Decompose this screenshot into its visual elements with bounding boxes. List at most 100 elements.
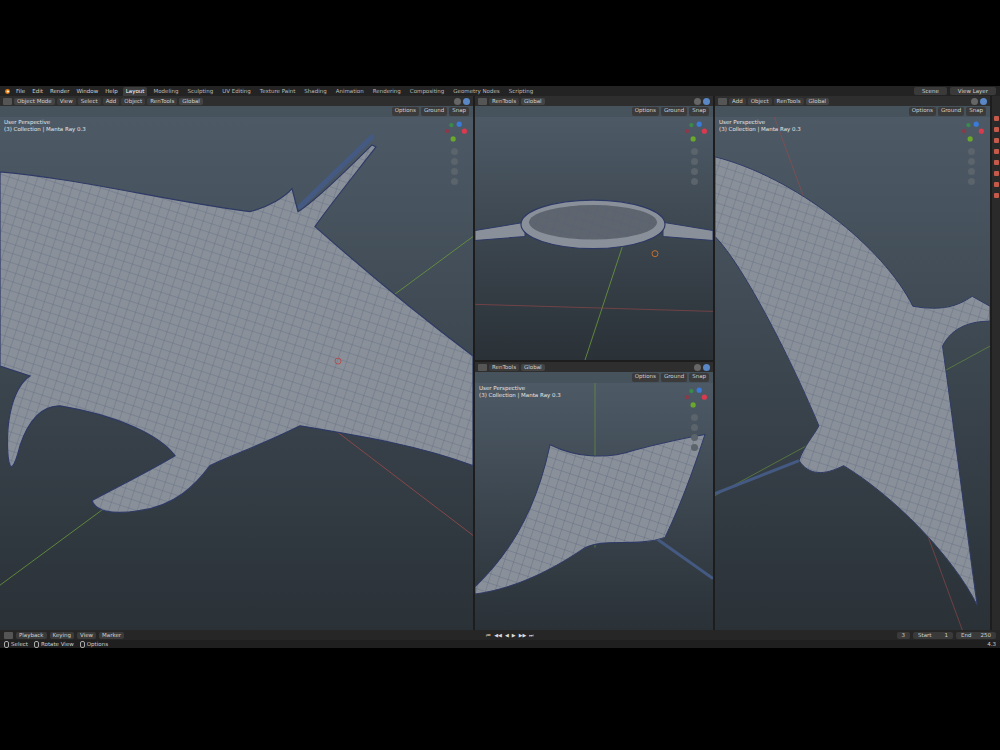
axis-gizmo-icon[interactable] <box>681 385 707 411</box>
pan-icon[interactable] <box>691 424 698 431</box>
tool-button[interactable]: Options <box>632 373 659 382</box>
menu-item[interactable]: File <box>14 88 27 94</box>
editor-type-icon[interactable] <box>718 98 727 105</box>
header-menu[interactable]: Object <box>748 98 772 105</box>
axis-gizmo-icon[interactable] <box>958 119 984 145</box>
workspace-tab[interactable]: Shading <box>301 87 329 96</box>
manta-model[interactable] <box>475 117 713 360</box>
editor-type-icon[interactable] <box>4 632 13 639</box>
camera-icon[interactable] <box>691 168 698 175</box>
zoom-icon[interactable] <box>968 148 975 155</box>
navigation-gizmo[interactable] <box>681 385 707 451</box>
shading-icon[interactable] <box>454 98 461 105</box>
workspace-tab[interactable]: Scripting <box>506 87 536 96</box>
viewport[interactable]: AddObjectRenToolsGlobal OptionsGroundSnap… <box>715 96 990 630</box>
tool-button[interactable]: Snap <box>689 373 709 382</box>
tool-button[interactable]: Options <box>909 107 936 116</box>
header-menu[interactable]: RenTools <box>489 364 519 371</box>
property-tab-icon[interactable] <box>994 149 999 154</box>
camera-icon[interactable] <box>691 434 698 441</box>
manta-model[interactable] <box>475 383 713 630</box>
shading-solid-icon[interactable] <box>703 98 710 105</box>
grid-icon[interactable] <box>691 178 698 185</box>
header-menu[interactable]: Object <box>121 98 145 105</box>
grid-icon[interactable] <box>968 178 975 185</box>
playback-control[interactable]: ▶▶ <box>519 632 527 638</box>
shading-solid-icon[interactable] <box>980 98 987 105</box>
navigation-gizmo[interactable] <box>441 119 467 185</box>
navigation-gizmo[interactable] <box>958 119 984 185</box>
scene-field[interactable]: Scene <box>914 87 947 95</box>
workspace-tab[interactable]: Compositing <box>407 87 447 96</box>
pan-icon[interactable] <box>691 158 698 165</box>
playback-control[interactable]: ◀◀ <box>494 632 502 638</box>
playback-control[interactable]: ▶ <box>512 632 516 638</box>
start-frame-field[interactable]: Start1 <box>913 632 953 639</box>
axis-gizmo-icon[interactable] <box>681 119 707 145</box>
zoom-icon[interactable] <box>451 148 458 155</box>
shading-icon[interactable] <box>694 364 701 371</box>
viewport[interactable]: RenToolsGlobalOptionsGroundSnap <box>475 96 713 360</box>
workspace-tab[interactable]: Rendering <box>370 87 404 96</box>
orientation-dropdown[interactable]: Global <box>806 98 830 105</box>
header-menu[interactable]: View <box>57 98 76 105</box>
workspace-tab[interactable]: Modeling <box>150 87 181 96</box>
header-menu[interactable]: Add <box>729 98 746 105</box>
timeline-menu[interactable]: Keying <box>50 632 74 639</box>
tool-button[interactable]: Options <box>392 107 419 116</box>
workspace-tab[interactable]: Geometry Nodes <box>450 87 502 96</box>
camera-icon[interactable] <box>968 168 975 175</box>
shading-icon[interactable] <box>971 98 978 105</box>
mode-dropdown[interactable]: Object Mode <box>14 98 55 105</box>
header-menu[interactable]: RenTools <box>489 98 519 105</box>
timeline-menu[interactable]: View <box>77 632 96 639</box>
pan-icon[interactable] <box>451 158 458 165</box>
tool-button[interactable]: Snap <box>449 107 469 116</box>
tool-button[interactable]: Ground <box>938 107 964 116</box>
header-menu[interactable]: RenTools <box>147 98 177 105</box>
grid-icon[interactable] <box>691 444 698 451</box>
viewport-canvas[interactable] <box>475 117 713 360</box>
workspace-tab[interactable]: Animation <box>333 87 367 96</box>
property-tab-icon[interactable] <box>994 138 999 143</box>
menu-item[interactable]: Render <box>48 88 72 94</box>
orientation-dropdown[interactable]: Global <box>179 98 203 105</box>
playback-control[interactable]: ⏭ <box>529 632 534 639</box>
shading-solid-icon[interactable] <box>703 364 710 371</box>
blender-logo-icon[interactable] <box>4 88 11 95</box>
viewport-canvas[interactable]: User Perspective(3) Collection | Manta R… <box>0 117 473 630</box>
header-menu[interactable]: RenTools <box>774 98 804 105</box>
tool-button[interactable]: Snap <box>966 107 986 116</box>
viewport[interactable]: Object ModeViewSelectAddObjectRenToolsGl… <box>0 96 473 630</box>
workspace-tab[interactable]: Texture Paint <box>257 87 299 96</box>
viewport-canvas[interactable]: User Perspective(3) Collection | Manta R… <box>715 117 990 630</box>
manta-model[interactable] <box>715 117 990 630</box>
property-tab-icon[interactable] <box>994 127 999 132</box>
playback-control[interactable]: ⏮ <box>486 632 491 639</box>
playback-control[interactable]: ◀ <box>505 632 509 638</box>
menu-item[interactable]: Help <box>103 88 120 94</box>
zoom-icon[interactable] <box>691 148 698 155</box>
view-layer-field[interactable]: View Layer <box>950 87 996 95</box>
tool-button[interactable]: Ground <box>661 373 687 382</box>
property-tab-icon[interactable] <box>994 160 999 165</box>
property-tab-icon[interactable] <box>994 182 999 187</box>
timeline-menu[interactable]: Playback <box>16 632 47 639</box>
property-tab-icon[interactable] <box>994 193 999 198</box>
shading-solid-icon[interactable] <box>463 98 470 105</box>
menu-item[interactable]: Window <box>74 88 100 94</box>
tool-button[interactable]: Snap <box>689 107 709 116</box>
viewport[interactable]: RenToolsGlobalOptionsGroundSnapUser Pers… <box>475 362 713 630</box>
orientation-dropdown[interactable]: Global <box>521 364 545 371</box>
header-menu[interactable]: Select <box>78 98 101 105</box>
camera-icon[interactable] <box>451 168 458 175</box>
zoom-icon[interactable] <box>691 414 698 421</box>
editor-type-icon[interactable] <box>3 98 12 105</box>
manta-model[interactable] <box>0 117 473 630</box>
end-frame-field[interactable]: End250 <box>956 632 996 639</box>
tool-button[interactable]: Ground <box>421 107 447 116</box>
shading-icon[interactable] <box>694 98 701 105</box>
grid-icon[interactable] <box>451 178 458 185</box>
property-tab-icon[interactable] <box>994 171 999 176</box>
workspace-tab[interactable]: UV Editing <box>219 87 254 96</box>
